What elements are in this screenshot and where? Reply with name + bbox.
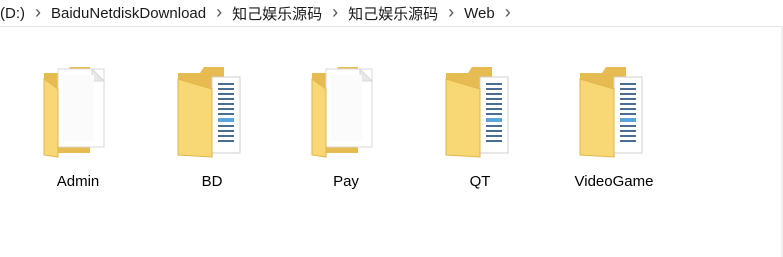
folder-label: BD (201, 173, 223, 190)
folder-icon (445, 67, 509, 158)
breadcrumb-baidunetdiskdownload[interactable]: BaiduNetdiskDownload (47, 5, 210, 22)
folder-pay[interactable]: Pay (291, 45, 401, 195)
folder-label: VideoGame (574, 173, 654, 190)
chevron-right-icon[interactable] (442, 2, 460, 23)
folder-icon (579, 67, 643, 158)
folder-qt[interactable]: QT (425, 45, 535, 195)
breadcrumb-drive[interactable]: (D:) (0, 5, 29, 22)
breadcrumb-zhiji-source-1[interactable]: 知己娱乐源码 (228, 3, 326, 24)
folder-label: Pay (333, 173, 359, 190)
folder-bd[interactable]: BD (157, 45, 267, 195)
chevron-right-icon[interactable] (29, 2, 47, 23)
breadcrumb-web[interactable]: Web (460, 5, 499, 22)
folder-icon (177, 67, 241, 158)
folder-icon (311, 67, 374, 158)
breadcrumb: (D:) BaiduNetdiskDownload 知己娱乐源码 知己娱乐源码 … (0, 0, 783, 27)
breadcrumb-zhiji-source-2[interactable]: 知己娱乐源码 (344, 3, 442, 24)
folder-label: Admin (56, 173, 100, 190)
file-list: Admin BD Pay QT VideoGame (0, 45, 783, 205)
chevron-right-icon[interactable] (210, 2, 228, 23)
chevron-right-icon[interactable] (499, 2, 517, 23)
folder-label: QT (469, 173, 491, 190)
chevron-right-icon[interactable] (326, 2, 344, 23)
folder-icon (43, 67, 106, 158)
folder-admin[interactable]: Admin (23, 45, 133, 195)
folder-videogame[interactable]: VideoGame (559, 45, 669, 195)
